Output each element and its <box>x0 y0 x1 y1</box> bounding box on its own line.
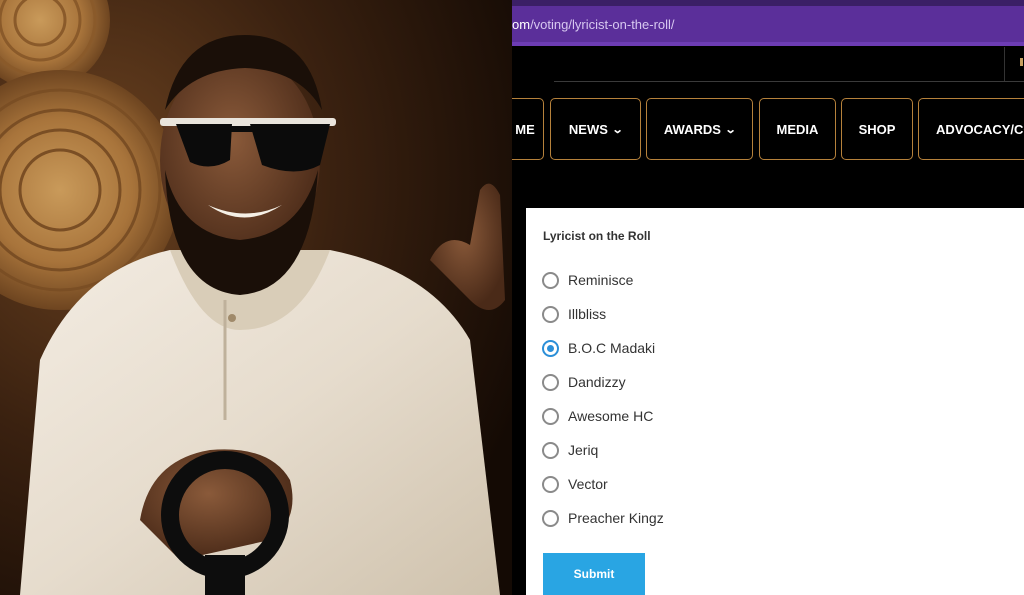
artist-photo <box>0 0 512 595</box>
poll-form: Lyricist on the Roll Reminisce Illbliss … <box>526 208 1024 595</box>
chevron-down-icon: ⌄ <box>724 123 737 136</box>
radio-button[interactable] <box>542 305 559 323</box>
url-text[interactable]: om/voting/lyricist-on-the-roll/ <box>512 17 675 32</box>
radio-button[interactable] <box>542 271 559 289</box>
poll-option[interactable]: Awesome HC <box>542 405 653 427</box>
poll-option-label: Illbliss <box>568 306 607 322</box>
nav-item-advocacy[interactable]: ADVOCACY/CO <box>918 98 1024 160</box>
poll-option[interactable]: Illbliss <box>542 303 606 325</box>
radio-button[interactable] <box>542 373 559 391</box>
poll-option-selected[interactable]: B.O.C Madaki <box>542 337 655 359</box>
nav-item-awards[interactable]: AWARDS ⌄ <box>646 98 753 160</box>
radio-button[interactable] <box>542 509 559 527</box>
poll-option[interactable]: Preacher Kingz <box>542 507 664 529</box>
nav-item-shop[interactable]: SHOP <box>841 98 913 160</box>
website-screenshot: om/voting/lyricist-on-the-roll/ ME NEWS … <box>512 0 1024 595</box>
poll-option[interactable]: Dandizzy <box>542 371 626 393</box>
poll-option-label: Dandizzy <box>568 374 626 390</box>
header-divider <box>1004 47 1005 81</box>
radio-button[interactable] <box>542 407 559 425</box>
nav-item-label: ADVOCACY/CO <box>936 121 1024 137</box>
url-prefix: om <box>512 16 531 32</box>
poll-option-label: Preacher Kingz <box>568 510 664 526</box>
nav-item-label: AWARDS <box>663 121 721 137</box>
header-rule <box>554 81 1024 82</box>
header-accent-mark <box>1020 58 1023 66</box>
radio-button[interactable] <box>542 441 559 459</box>
poll-option-label: B.O.C Madaki <box>568 340 656 356</box>
artist-photo-illustration <box>0 0 512 595</box>
submit-button[interactable]: Submit <box>543 553 645 595</box>
nav-item-label: ME <box>515 121 535 137</box>
nav-item-label: SHOP <box>858 121 896 137</box>
nav-item-label: NEWS <box>568 121 608 137</box>
poll-option[interactable]: Jeriq <box>542 439 598 461</box>
poll-option-label: Jeriq <box>568 442 599 458</box>
radio-button[interactable] <box>542 475 559 493</box>
poll-title: Lyricist on the Roll <box>543 229 651 243</box>
poll-option[interactable]: Vector <box>542 473 608 495</box>
nav-item-news[interactable]: NEWS ⌄ <box>550 98 641 160</box>
address-bar[interactable]: om/voting/lyricist-on-the-roll/ <box>512 6 1024 42</box>
poll-option[interactable]: Reminisce <box>542 269 633 291</box>
poll-option-label: Vector <box>568 476 608 492</box>
nav-item-media[interactable]: MEDIA <box>759 98 836 160</box>
radio-button-selected[interactable] <box>542 339 559 357</box>
address-bar-underline <box>512 42 1024 46</box>
poll-option-label: Awesome HC <box>568 408 654 424</box>
poll-option-label: Reminisce <box>568 272 634 288</box>
url-path: /voting/lyricist-on-the-roll/ <box>530 16 675 32</box>
nav-item-home[interactable]: ME <box>512 98 544 160</box>
nav-item-label: MEDIA <box>776 121 819 137</box>
chevron-down-icon: ⌄ <box>611 123 624 136</box>
